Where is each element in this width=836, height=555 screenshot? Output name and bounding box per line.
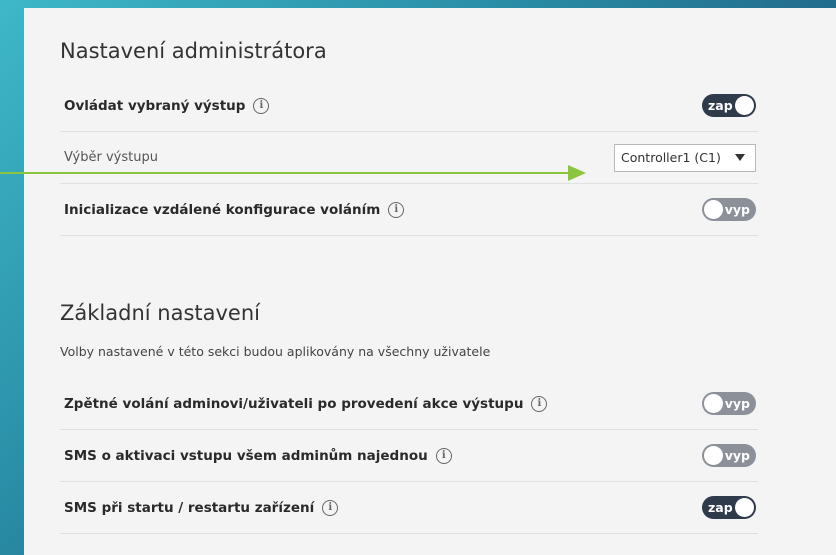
row-label: Ovládat vybraný výstup (64, 97, 246, 114)
annotation-arrow-icon (0, 165, 586, 181)
toggle-state-label: zap (708, 500, 733, 515)
output-select[interactable]: Controller1 (C1) (614, 143, 756, 172)
toggle-knob (704, 200, 723, 219)
row-callback-after-action: Zpětné volání adminovi/uživateli po prov… (60, 378, 758, 430)
row-label: SMS při startu / restartu zařízení (64, 499, 315, 516)
toggle-knob (735, 498, 754, 517)
row-label: Zpětné volání adminovi/uživateli po prov… (64, 395, 524, 412)
callback-toggle[interactable]: vyp (702, 392, 756, 415)
info-icon[interactable]: i (388, 201, 405, 218)
toggle-knob (704, 394, 723, 413)
toggle-state-label: vyp (724, 448, 750, 463)
row-control-output: Ovládat vybraný výstup i zap (60, 80, 758, 132)
info-icon[interactable]: i (253, 97, 270, 114)
row-label: SMS o aktivaci vstupu všem adminům najed… (64, 447, 428, 464)
caret-down-icon (735, 154, 745, 161)
row-sms-startup: SMS při startu / restartu zařízení i zap (60, 482, 758, 534)
row-label: Výběr výstupu (64, 150, 158, 165)
row-label: Inicializace vzdálené konfigurace volání… (64, 201, 381, 218)
settings-panel: Nastavení administrátora Ovládat vybraný… (24, 8, 836, 555)
toggle-state-label: vyp (724, 396, 750, 411)
info-icon[interactable]: i (435, 447, 452, 464)
info-icon[interactable]: i (322, 499, 339, 516)
toggle-state-label: vyp (724, 202, 750, 217)
toggle-knob (735, 96, 754, 115)
row-sms-input-activation: SMS o aktivaci vstupu všem adminům najed… (60, 430, 758, 482)
remote-config-toggle[interactable]: vyp (702, 198, 756, 221)
control-output-toggle[interactable]: zap (702, 94, 756, 117)
basic-section-title: Základní nastavení (60, 301, 260, 325)
row-remote-config-init: Inicializace vzdálené konfigurace volání… (60, 184, 758, 236)
select-value: Controller1 (C1) (621, 150, 721, 165)
sms-startup-toggle[interactable]: zap (702, 496, 756, 519)
toggle-knob (704, 446, 723, 465)
admin-section-title: Nastavení administrátora (60, 39, 327, 63)
toggle-state-label: zap (708, 98, 733, 113)
basic-section-subtitle: Volby nastavené v této sekci budou aplik… (60, 344, 491, 359)
info-icon[interactable]: i (531, 395, 548, 412)
sms-input-toggle[interactable]: vyp (702, 444, 756, 467)
